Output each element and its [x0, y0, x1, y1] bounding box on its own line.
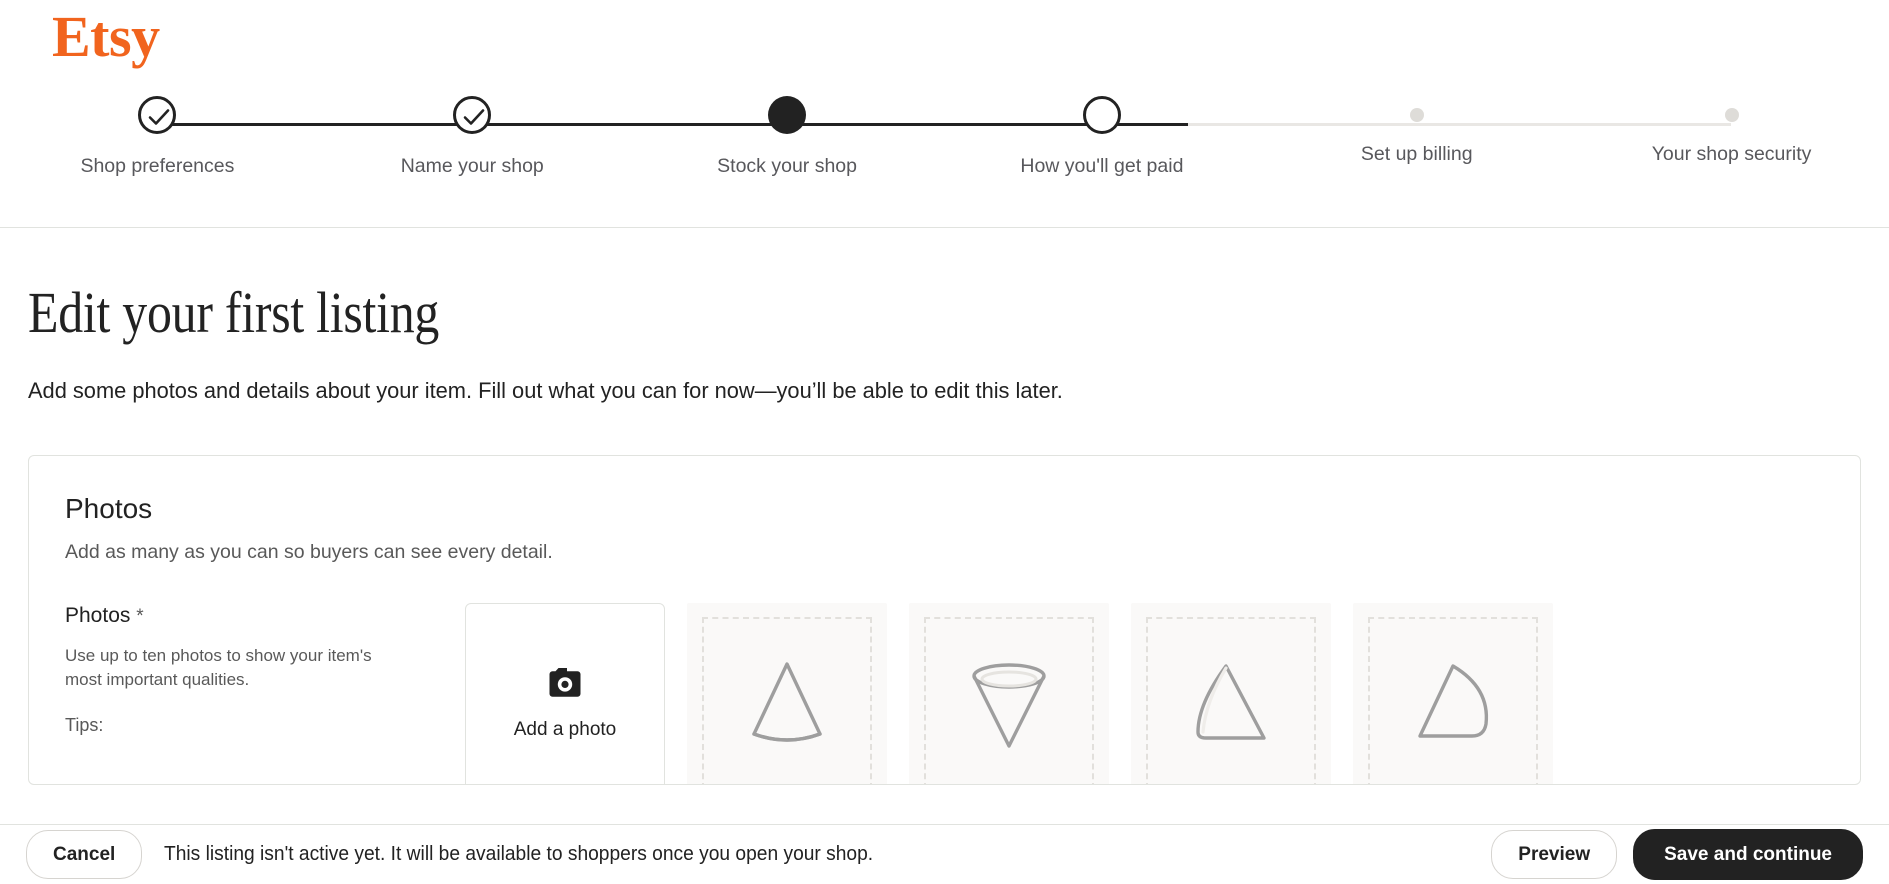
filled-circle-icon	[768, 96, 807, 134]
stepper-step-set-up-billing: Set up billing	[1259, 96, 1574, 179]
bottom-bar-actions: Preview Save and continue	[1491, 829, 1863, 880]
cone-upright-icon	[732, 646, 842, 761]
page-header: Etsy Shop preferences Name your shop Sto…	[0, 0, 1889, 228]
photos-field-help: Use up to ten photos to show your item's…	[65, 645, 372, 690]
onboarding-stepper: Shop preferences Name your shop Stock yo…	[0, 96, 1889, 196]
photos-card-title: Photos	[65, 492, 153, 524]
stepper-step-name-your-shop[interactable]: Name your shop	[315, 96, 630, 179]
small-dot-icon	[1409, 108, 1424, 122]
photo-placeholder-slot[interactable]	[1353, 603, 1553, 784]
photos-field-info: Photos * Use up to ten photos to show yo…	[65, 603, 465, 783]
etsy-logo[interactable]: Etsy	[52, 8, 160, 66]
photos-field-label: Photos *	[65, 603, 435, 629]
stepper-step-how-youll-get-paid[interactable]: How you'll get paid	[944, 96, 1259, 179]
stepper-step-label: Set up billing	[1360, 143, 1473, 165]
photos-field-row: Photos * Use up to ten photos to show yo…	[65, 603, 1824, 784]
photo-grid: Add a photo	[465, 603, 1824, 784]
stepper-step-stock-your-shop[interactable]: Stock your shop	[630, 96, 945, 179]
photos-card: Photos Add as many as you can so buyers …	[28, 454, 1861, 785]
photo-placeholder-slot[interactable]	[687, 603, 887, 784]
page-title: Edit your first listing	[28, 280, 440, 345]
main-content: Edit your first listing Add some photos …	[0, 228, 1889, 824]
add-photo-label: Add a photo	[513, 718, 617, 740]
stepper-step-shop-preferences[interactable]: Shop preferences	[0, 96, 315, 179]
stepper-step-your-shop-security: Your shop security	[1574, 96, 1889, 179]
camera-icon	[545, 666, 585, 705]
cone-inverted-icon	[954, 646, 1064, 761]
page-subtitle: Add some photos and details about your i…	[28, 378, 1063, 403]
save-and-continue-button[interactable]: Save and continue	[1633, 829, 1863, 880]
required-asterisk: *	[136, 606, 144, 628]
cone-leaning-icon	[1398, 646, 1508, 761]
photo-placeholder-slot[interactable]	[1131, 603, 1331, 784]
cone-tilted-icon	[1176, 646, 1286, 761]
photos-field-tips-label: Tips:	[65, 714, 104, 735]
bottom-action-bar: Cancel This listing isn't active yet. It…	[0, 824, 1889, 884]
check-circle-icon	[138, 96, 177, 134]
stepper-step-label: Name your shop	[400, 155, 544, 177]
add-photo-button[interactable]: Add a photo	[465, 603, 665, 784]
preview-button[interactable]: Preview	[1491, 830, 1618, 879]
empty-circle-icon	[1082, 96, 1121, 134]
photo-placeholder-slot[interactable]	[909, 603, 1109, 784]
photos-card-description: Add as many as you can so buyers can see…	[65, 541, 553, 564]
check-circle-icon	[453, 96, 492, 134]
stepper-step-label: How you'll get paid	[1020, 155, 1184, 177]
stepper-step-label: Shop preferences	[80, 155, 235, 177]
listing-status-note: This listing isn't active yet. It will b…	[164, 843, 874, 865]
cancel-button[interactable]: Cancel	[26, 830, 143, 879]
photos-field-label-text: Photos	[65, 604, 131, 628]
stepper-step-label: Stock your shop	[717, 155, 857, 177]
small-dot-icon	[1724, 108, 1739, 122]
stepper-steps: Shop preferences Name your shop Stock yo…	[0, 96, 1889, 179]
stepper-step-label: Your shop security	[1651, 143, 1812, 165]
